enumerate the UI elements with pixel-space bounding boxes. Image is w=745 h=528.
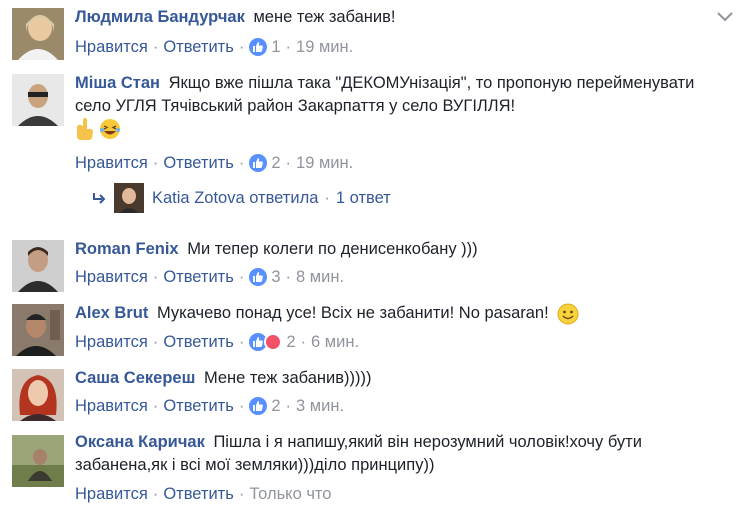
avatar[interactable] [114,183,144,213]
like-button[interactable]: Нравится [75,36,148,58]
comment-time[interactable]: 8 мин. [296,266,344,288]
reply-author-text[interactable]: Katia Zotova ответила [152,189,318,208]
laughing-emoji-icon [100,119,121,139]
separator: · [285,397,292,415]
like-button[interactable]: Нравится [75,152,148,174]
comment-time[interactable]: 6 мин. [311,331,359,353]
comment-time[interactable]: 19 мин. [296,152,353,174]
comment-text: Мене теж забанив))))) [203,369,372,387]
pointing-hand-emoji-icon [77,118,93,140]
reaction-count[interactable]: 2 [286,331,295,353]
avatar[interactable] [12,435,64,487]
separator: · [238,485,245,503]
comment-time[interactable]: Только что [249,483,331,505]
comment-text: Мукачево понад усе! Всіх не забанити! No… [156,304,549,322]
avatar[interactable] [12,74,64,126]
like-button[interactable]: Нравится [75,483,148,505]
comment-text: Якщо вже пішла така "ДЕКОМУнізація", то … [75,74,695,115]
separator: · [238,38,245,56]
reply-button[interactable]: Ответить [163,331,234,353]
reply-arrow-icon [93,193,106,204]
separator: · [152,485,159,503]
comment-time[interactable]: 3 мин. [296,395,344,417]
reply-button[interactable]: Ответить [163,152,234,174]
love-reaction-icon[interactable] [264,333,283,351]
like-button[interactable]: Нравится [75,266,148,288]
separator: · [285,268,292,286]
separator: · [300,333,307,351]
comment-text: мене теж забанив! [253,8,396,26]
comment-author[interactable]: Людмила Бандурчак [75,8,245,26]
separator: · [238,268,245,286]
like-reaction-icon[interactable] [249,38,268,56]
like-reaction-icon[interactable] [249,268,268,286]
separator: · [152,333,159,351]
separator: · [285,38,292,56]
comment-author[interactable]: Саша Секереш [75,369,195,387]
comment-author[interactable]: Alex Brut [75,304,148,322]
avatar[interactable] [12,240,64,292]
comment-time[interactable]: 19 мин. [296,36,353,58]
reply-button[interactable]: Ответить [163,266,234,288]
reply-count[interactable]: 1 ответ [336,189,391,208]
reaction-count[interactable]: 3 [271,266,280,288]
like-reaction-icon[interactable] [249,154,268,172]
reaction-count[interactable]: 2 [271,395,280,417]
reply-button[interactable]: Ответить [163,395,234,417]
separator: · [238,397,245,415]
avatar[interactable] [12,304,64,356]
reaction-count[interactable]: 2 [271,152,280,174]
comment-author[interactable]: Міша Стан [75,74,160,92]
separator: · [324,188,330,207]
reply-button[interactable]: Ответить [163,483,234,505]
reply-button[interactable]: Ответить [163,36,234,58]
avatar[interactable] [12,8,64,60]
reaction-count[interactable]: 1 [271,36,280,58]
smiley-emoji-icon [557,303,579,325]
like-reaction-icon[interactable] [249,397,268,415]
comment-text: Ми тепер колеги по денисенкобану ))) [187,240,478,258]
separator: · [152,397,159,415]
emoji-row [75,118,715,146]
avatar[interactable] [12,369,64,421]
separator: · [285,154,292,172]
separator: · [152,38,159,56]
separator: · [152,268,159,286]
replies-summary[interactable]: Katia Zotova ответила · 1 ответ [92,183,391,213]
separator: · [152,154,159,172]
separator: · [238,333,245,351]
like-button[interactable]: Нравится [75,395,148,417]
like-button[interactable]: Нравится [75,331,148,353]
comment-author[interactable]: Roman Fenix [75,240,179,258]
comment-author[interactable]: Оксана Каричак [75,433,205,451]
chevron-down-icon[interactable] [717,12,733,22]
separator: · [238,154,245,172]
